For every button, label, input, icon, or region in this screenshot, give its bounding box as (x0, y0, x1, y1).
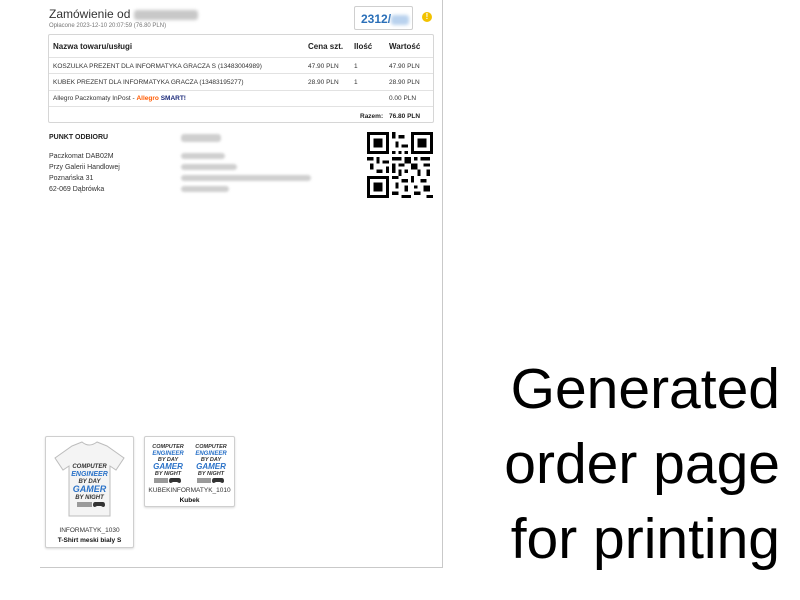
order-title: Zamówienie od (49, 7, 198, 21)
item-name: KOSZULKA PREZENT DLA INFORMATYKA GRACZA … (53, 63, 262, 70)
keyboard-graphic (77, 502, 92, 507)
info-icon[interactable]: ! (422, 12, 432, 22)
col-header-price: Cena szt. (308, 42, 344, 51)
caption: Generated order page for printing (470, 352, 780, 577)
item-qty: 1 (354, 63, 358, 70)
divider (49, 90, 433, 91)
redacted-recipient-line (181, 175, 311, 181)
caption-line: Generated (510, 357, 780, 421)
gamepad-icon (212, 478, 224, 483)
print-text: BY NIGHT (75, 495, 105, 501)
col-header-value: Wartość (389, 42, 421, 51)
redacted-buyer-name (133, 9, 198, 20)
print-text: GAMER (153, 462, 183, 471)
print-text: BY NIGHT (198, 471, 225, 477)
pickup-line: Przy Galerii Handlowej (49, 164, 120, 171)
divider (49, 73, 433, 74)
redacted-recipient-line (181, 153, 225, 159)
allegro-brand: Allegro (136, 95, 159, 102)
keyboard-graphic (154, 478, 168, 483)
tshirt-image: COMPUTER ENGINEER BY DAY GAMER BY NIGHT (54, 441, 125, 517)
shipping-value: 0.00 PLN (389, 95, 417, 102)
shipping-method: Allegro Paczkomaty InPost - (53, 95, 135, 102)
paid-status: Opłacone 2023-12-10 20:07:59 (76.80 PLN) (49, 23, 167, 29)
redacted-recipient-line (181, 186, 229, 192)
qr-code (367, 132, 433, 198)
gamepad-icon (169, 478, 181, 483)
smart-badge: SMART! (160, 95, 186, 102)
col-header-qty: Ilość (354, 42, 373, 51)
product-card-mug[interactable]: COMPUTER ENGINEER BY DAY GAMER BY NIGHT … (144, 436, 235, 507)
total-value: 76.80 PLN (389, 113, 421, 120)
product-name: Kubek (179, 497, 200, 504)
item-price: 47.90 PLN (308, 63, 339, 70)
print-text: GAMER (196, 462, 226, 471)
divider (49, 106, 433, 107)
redacted-order-number (391, 14, 410, 25)
print-text: BY NIGHT (155, 471, 182, 477)
product-sku: KUBEKINFORMATYK_1010 (148, 487, 231, 494)
pickup-title: PUNKT ODBIORU (49, 134, 109, 141)
pickup-line: Poznańska 31 (49, 175, 94, 182)
print-text: COMPUTER (72, 464, 107, 470)
print-text: ENGINEER (71, 471, 108, 478)
pickup-line: 62-069 Dąbrówka (49, 186, 105, 193)
mug-image: COMPUTER ENGINEER BY DAY GAMER BY NIGHT … (152, 444, 227, 483)
caption-line: order page (504, 432, 780, 496)
keyboard-graphic (197, 478, 211, 483)
col-header-name: Nazwa towaru/usługi (53, 42, 133, 51)
item-price: 28.90 PLN (308, 79, 339, 86)
caption-line: for printing (510, 507, 780, 571)
print-text: COMPUTER (195, 444, 227, 450)
print-text: COMPUTER (152, 444, 184, 450)
redacted-recipient-name (181, 134, 221, 142)
item-value: 47.90 PLN (389, 63, 420, 70)
order-items-table: Nazwa towaru/usługi Cena szt. Ilość Wart… (48, 34, 434, 123)
print-text: GAMER (73, 484, 107, 494)
order-number: 2312/ (361, 12, 392, 26)
order-number-box[interactable]: 2312/ (354, 6, 413, 30)
shipping-name: Allegro Paczkomaty InPost - Allegro SMAR… (53, 95, 186, 102)
product-sku: INFORMATYK_1030 (59, 527, 120, 534)
order-title-label: Zamówienie od (49, 7, 131, 21)
divider (49, 57, 433, 58)
item-value: 28.90 PLN (389, 79, 420, 86)
order-print-page: Zamówienie od Opłacone 2023-12-10 20:07:… (40, 0, 443, 568)
item-name: KUBEK PREZENT DLA INFORMATYKA GRACZA (13… (53, 79, 244, 86)
product-card-tshirt[interactable]: COMPUTER ENGINEER BY DAY GAMER BY NIGHT … (45, 436, 134, 548)
total-label: Razem: (360, 113, 384, 120)
item-qty: 1 (354, 79, 358, 86)
pickup-line: Paczkomat DAB02M (49, 153, 114, 160)
mug-print-right: COMPUTER ENGINEER BY DAY GAMER BY NIGHT (195, 444, 227, 483)
mug-print-left: COMPUTER ENGINEER BY DAY GAMER BY NIGHT (152, 444, 184, 483)
product-name: T-Shirt meski bialy S (57, 537, 122, 544)
redacted-recipient-line (181, 164, 237, 170)
